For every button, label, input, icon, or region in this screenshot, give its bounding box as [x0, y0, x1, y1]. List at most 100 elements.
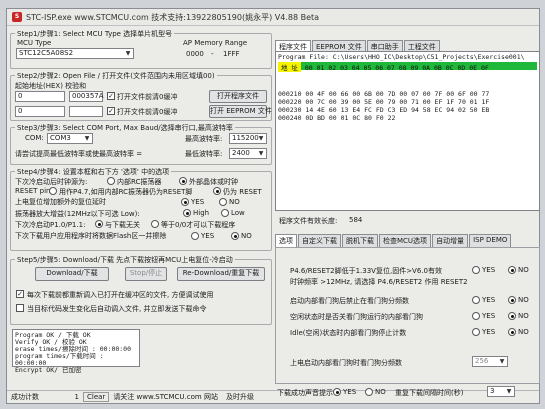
idle-watchdog-no-radio[interactable]	[508, 312, 516, 320]
baud-hint-label: 请尝试提高最低波特率或使最高波特率 =	[15, 150, 143, 158]
step2-title: Step2/步骤2: Open File / 打开文件(文件范围内未用区域填00…	[15, 71, 217, 81]
file-length-value: 584	[349, 216, 363, 224]
right-panel: 程序文件 EEPROM 文件 串口助手 工程文件 Program File: C…	[275, 37, 540, 403]
tab-auto-increment[interactable]: 自动增量	[432, 234, 469, 247]
tab-isp-demo[interactable]: ISP DEMO	[469, 234, 512, 247]
hex-row: 000230 14 4E 60 13 E4 FC FD C3 ED 94 58 …	[278, 106, 490, 114]
options-panel: P4.6/RESET2脚低于1.33V复位,固件>V6.0有效 YES NO 时…	[275, 247, 540, 384]
erase-flash-yes-radio[interactable]	[191, 232, 199, 240]
repeat-interval-select[interactable]: 3 ▼	[487, 386, 515, 397]
stop-button[interactable]: Stop/停止	[125, 267, 167, 281]
step4-group: Step4/步骤4: 设置本框和右下方 '选项' 中的选项 下次冷启动后时钟源为…	[10, 167, 272, 251]
start-address-label: 起始地址(HEX) 校验和	[15, 82, 87, 90]
redownload-button[interactable]: Re-Download/重复下载	[177, 267, 265, 281]
website-link[interactable]: 请关注 www.STCMCU.com 网站	[109, 392, 222, 402]
reset-delay-yes-radio[interactable]	[181, 198, 189, 206]
step4-title: Step4/步骤4: 设置本框和右下方 '选项' 中的选项	[15, 167, 172, 177]
watchdog-yes-radio[interactable]	[472, 296, 480, 304]
log-output: Program OK / 下载 OK Verify OK / 校验 OK era…	[12, 329, 140, 374]
program-file-path: Program File: C:\Users\HHO_IC\Desktop\C5…	[278, 53, 525, 61]
max-baud-select[interactable]: 115200 ▼	[229, 133, 267, 144]
left-panel: Step1/步骤1: Select MCU Type 选择单片机型号 MCU T…	[10, 29, 272, 381]
tab-check-mcu[interactable]: 检查MCU选项	[379, 234, 432, 247]
sound-yes-radio[interactable]	[333, 388, 341, 396]
reset-pin-label: RESET pin	[15, 187, 51, 195]
watchdog-no-radio[interactable]	[508, 296, 516, 304]
mcu-type-label: MCU Type	[17, 39, 52, 47]
hex-row: 000220 00 7C 00 39 00 5E 00 79 00 71 00 …	[278, 98, 490, 106]
log-line: Encrypt OK/ 已加密	[15, 366, 82, 374]
open-eeprom-file-button[interactable]: 打开 EEPROM 文件	[209, 105, 272, 118]
chevron-down-icon: ▼	[506, 388, 512, 395]
mcu-type-select[interactable]: STC12C5A08S2 ▼	[16, 48, 134, 59]
idle-watchdog-yes-radio[interactable]	[472, 312, 480, 320]
option-reset2-label: P4.6/RESET2脚低于1.33V复位,固件>V6.0有效	[290, 267, 442, 275]
min-baud-select[interactable]: 2400 ▼	[229, 148, 267, 159]
reset-p47-label: 用作P4.7,如用内部RC振荡器仍为RESET脚	[59, 188, 193, 196]
step1-title: Step1/步骤1: Select MCU Type 选择单片机型号	[15, 29, 175, 39]
reload-file-checkbox[interactable]: ✓	[16, 290, 24, 298]
p10-unrelated-radio[interactable]	[95, 220, 103, 228]
com-port-select[interactable]: COM3 ▼	[47, 133, 93, 144]
chevron-down-icon: ▼	[258, 135, 264, 142]
watchdog-divider-select[interactable]: 256 ▼	[472, 356, 508, 367]
reset-delay-label: 上电复位增加额外的复位延时	[15, 198, 106, 206]
gain-low-radio[interactable]	[221, 209, 229, 217]
reset-delay-no-radio[interactable]	[219, 198, 227, 206]
window-title: STC-ISP.exe www.STCMCU.com 技术支持:13922805…	[26, 12, 320, 22]
reset2-yes-radio[interactable]	[472, 266, 480, 274]
eeprom-start-address-input[interactable]: 0	[15, 106, 65, 117]
min-baud-label: 最低波特率:	[185, 150, 223, 158]
clear-buffer-label-2: 打开文件前清0缓冲	[117, 108, 178, 116]
hex-view: Program File: C:\Users\HHO_IC\Desktop\C5…	[275, 51, 540, 211]
repeat-interval-label: 重复下载间隔时间(秒)	[395, 389, 464, 397]
gain-high-radio[interactable]	[183, 209, 191, 217]
success-sound-label: 下载成功声音提示	[277, 389, 333, 397]
option-watchdog-label: 启动内部看门狗后禁止在看门狗分频数	[290, 297, 409, 305]
clear-buffer-checkbox-2[interactable]: ✓	[107, 107, 115, 115]
max-baud-label: 最高波特率:	[185, 135, 223, 143]
sound-no-radio[interactable]	[365, 388, 373, 396]
p10-p11-label: 下次冷启动P1.0/P1.1:	[15, 221, 86, 229]
erase-flash-label: 下次下载用户应用程序时将数据Flash区一并擦除	[15, 232, 167, 240]
upgrade-link[interactable]: 及时升级	[222, 392, 258, 402]
clear-button[interactable]: Clear	[83, 392, 110, 402]
reset-p47-radio[interactable]	[49, 187, 57, 195]
option-idle-stop-label: Idle(空闲)状态时内部看门狗停止计数	[290, 329, 407, 337]
reset-keep-label: 仍为 RESET	[223, 188, 262, 196]
program-checksum: 000357A	[69, 91, 104, 102]
reload-file-label: 每次下载前都重新调入已打开在缓冲区的文件, 方便调试使用	[27, 291, 214, 299]
gain-label: 振荡器放大增益(12MHz以下可选 Low):	[15, 210, 140, 218]
chevron-down-icon: ▼	[125, 50, 131, 57]
tab-custom-download[interactable]: 自定义下载	[298, 234, 341, 247]
reset-keep-radio[interactable]	[213, 187, 221, 195]
clear-buffer-checkbox-1[interactable]: ✓	[107, 92, 115, 100]
internal-rc-radio[interactable]	[107, 177, 115, 185]
step5-title: Step5/步骤5: Download/下载 先点下载按钮再MCU上电复位-冷启…	[15, 255, 235, 265]
chevron-down-icon: ▼	[499, 358, 505, 365]
external-crystal-radio[interactable]	[179, 177, 187, 185]
open-program-file-button[interactable]: 打开程序文件	[209, 90, 267, 103]
clear-buffer-label-1: 打开文件前清0缓冲	[117, 93, 178, 101]
download-button[interactable]: Download/下载	[35, 267, 109, 281]
option-reset2-sub: 时钟频率 >12MHz, 请选择 P4.6/RESET2 作用 RESET2	[290, 278, 468, 286]
tab-offline-download[interactable]: 脱机下载	[342, 234, 378, 247]
program-start-address-input[interactable]: 0	[15, 91, 65, 102]
reset2-no-radio[interactable]	[508, 266, 516, 274]
erase-flash-no-radio[interactable]	[231, 232, 239, 240]
ap-end: 1FFF	[223, 50, 240, 58]
chevron-down-icon: ▼	[258, 150, 264, 157]
auto-reload-checkbox[interactable]	[16, 304, 24, 312]
tab-options[interactable]: 选项	[275, 234, 297, 247]
idle-stop-no-radio[interactable]	[508, 328, 516, 336]
com-label: COM:	[25, 134, 44, 142]
ap-memory-label: AP Memory Range	[183, 39, 248, 47]
eeprom-checksum	[69, 106, 103, 117]
auto-reload-label: 当目标代码发生变化后自动调入文件, 并立即发送下载命令	[27, 305, 207, 313]
step2-group: Step2/步骤2: Open File / 打开文件(文件范围内未用区域填00…	[10, 71, 272, 121]
step3-title: Step3/步骤3: Select COM Port, Max Baud/选择串…	[15, 123, 235, 133]
step3-group: Step3/步骤3: Select COM Port, Max Baud/选择串…	[10, 123, 272, 165]
internal-rc-label: 内部RC振荡器	[117, 178, 162, 186]
p10-zero-radio[interactable]	[151, 220, 159, 228]
idle-stop-yes-radio[interactable]	[472, 328, 480, 336]
